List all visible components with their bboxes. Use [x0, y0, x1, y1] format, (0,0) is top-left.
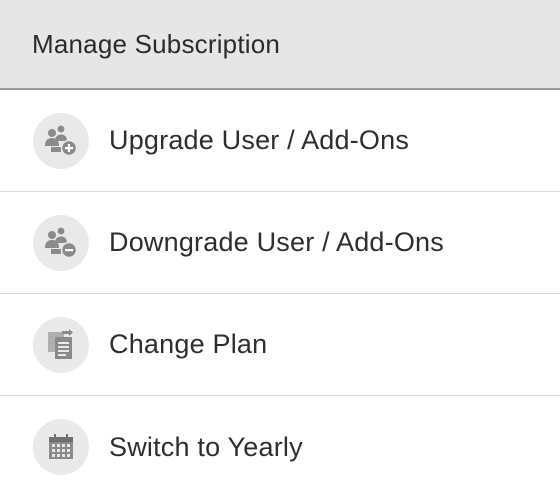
- menu-item-label: Change Plan: [109, 329, 268, 359]
- menu-item-label: Downgrade User / Add-Ons: [109, 227, 444, 257]
- calendar-icon: [33, 419, 89, 475]
- subscription-menu: Upgrade User / Add-Ons Downgrade User / …: [0, 90, 560, 498]
- user-add-icon: [33, 112, 89, 169]
- menu-item-switch-yearly[interactable]: Switch to Yearly: [0, 396, 560, 498]
- panel-header: Manage Subscription: [0, 0, 560, 90]
- menu-item-label: Switch to Yearly: [109, 431, 303, 462]
- user-remove-icon: [33, 214, 89, 271]
- menu-item-change-plan[interactable]: Change Plan: [0, 294, 560, 396]
- panel-title: Manage Subscription: [32, 28, 281, 59]
- menu-item-upgrade[interactable]: Upgrade User / Add-Ons: [0, 90, 560, 192]
- manage-subscription-panel: Manage Subscription Upgrade User / Add-O…: [0, 0, 560, 498]
- menu-item-downgrade[interactable]: Downgrade User / Add-Ons: [0, 192, 560, 294]
- change-plan-icon: [33, 316, 89, 373]
- menu-item-label: Upgrade User / Add-Ons: [109, 125, 410, 155]
